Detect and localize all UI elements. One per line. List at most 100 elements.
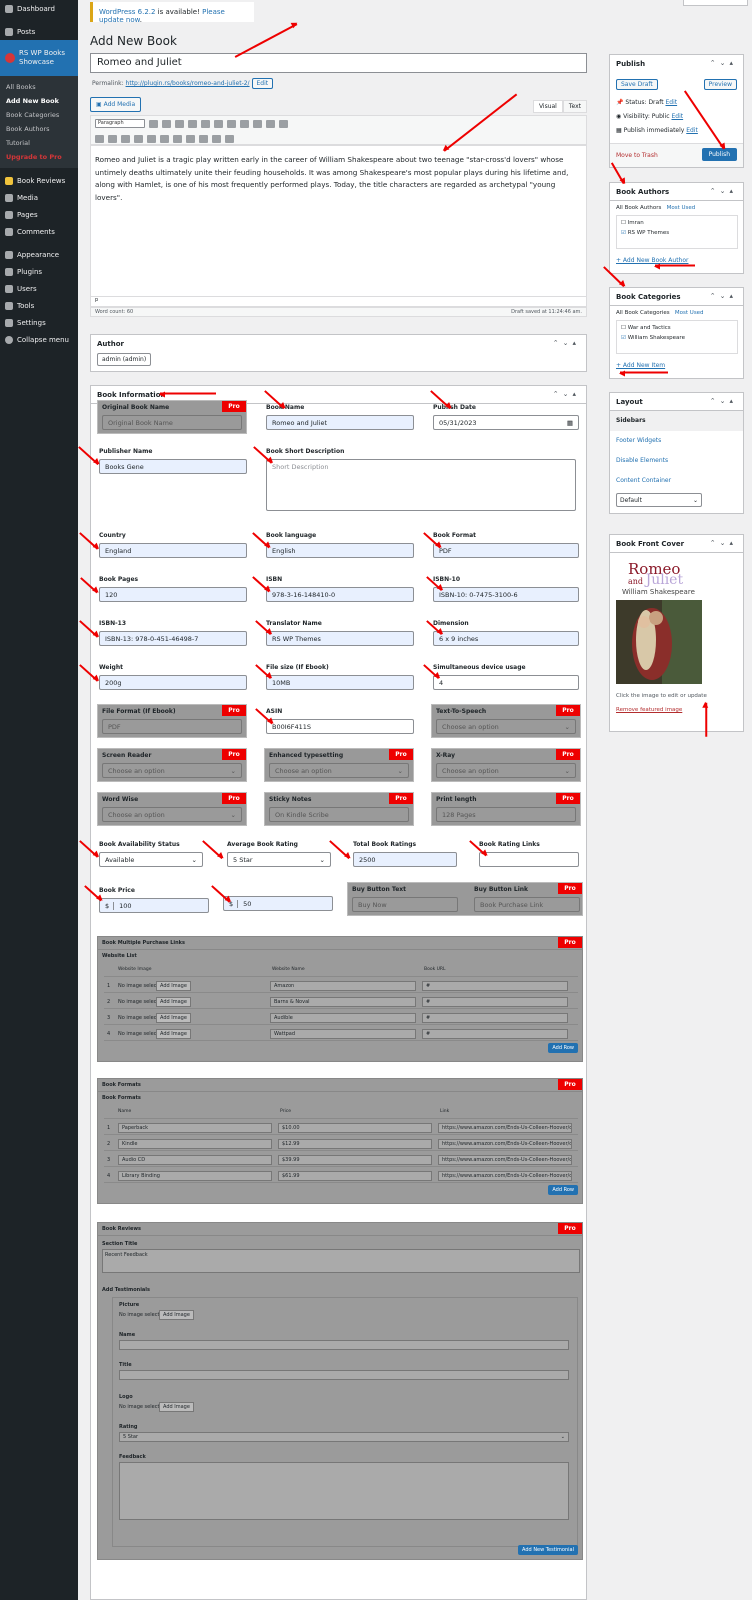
format-link-input[interactable]: https://www.amazon.com/Ends-Us-Colleen-H… <box>438 1155 572 1165</box>
align-left-icon[interactable] <box>214 119 223 128</box>
sidebar-item-settings[interactable]: Settings <box>0 314 78 331</box>
special-char-icon[interactable] <box>160 134 169 143</box>
book-categories-header[interactable]: Book Categories ⌃⌄▴ <box>610 288 743 306</box>
sidebar-item-plugins[interactable]: Plugins <box>0 263 78 280</box>
checkbox-empty-icon[interactable]: ☐ <box>621 325 628 331</box>
sidebar-item-tools[interactable]: Tools <box>0 297 78 314</box>
box-controls-icon[interactable]: ⌃⌄▴ <box>710 397 737 405</box>
calendar-icon[interactable]: ▦ <box>567 419 573 427</box>
visibility-edit-link[interactable]: Edit <box>671 113 683 120</box>
tab-all-authors[interactable]: All Book Authors <box>616 205 661 211</box>
submenu-all-books[interactable]: All Books <box>0 80 78 94</box>
publisher-input[interactable]: Books Gene <box>99 459 247 474</box>
box-controls-icon[interactable]: ⌃⌄▴ <box>553 390 580 398</box>
add-row-button[interactable]: Add Row <box>548 1043 578 1053</box>
translator-input[interactable]: RS WP Themes <box>266 631 414 646</box>
format-name-input[interactable]: Audio CD <box>118 1155 272 1165</box>
sticky-notes-input[interactable]: On Kindle Scribe <box>269 807 409 822</box>
name-input[interactable] <box>119 1340 569 1350</box>
dimension-input[interactable]: 6 x 9 inches <box>433 631 579 646</box>
author-item[interactable]: ☑ RS WP Themes <box>621 230 733 236</box>
add-image-button[interactable]: Add Image <box>156 997 191 1007</box>
isbn-input[interactable]: 978-3-16-148410-0 <box>266 587 414 602</box>
toolbar-toggle-icon[interactable] <box>279 119 288 128</box>
print-length-input[interactable]: 128 Pages <box>436 807 576 822</box>
italic-icon[interactable] <box>162 119 171 128</box>
paste-text-icon[interactable] <box>134 134 143 143</box>
book-authors-header[interactable]: Book Authors ⌃⌄▴ <box>610 183 743 201</box>
screen-reader-select[interactable]: Choose an option ⌄ <box>102 763 242 778</box>
format-price-input[interactable]: $39.99 <box>278 1155 432 1165</box>
submenu-book-categories[interactable]: Book Categories <box>0 108 78 122</box>
xray-select[interactable]: Choose an option ⌄ <box>436 763 576 778</box>
sidebar-item-pages[interactable]: Pages <box>0 206 78 223</box>
avg-rating-select[interactable]: 5 Star ⌄ <box>227 852 331 867</box>
buy-link-input[interactable]: Book Purchase Link <box>474 897 580 912</box>
undo-icon[interactable] <box>199 134 208 143</box>
book-url-input[interactable]: # <box>422 1013 568 1023</box>
checkbox-checked-icon[interactable]: ☑ <box>621 230 628 236</box>
short-desc-textarea[interactable]: Short Description <box>266 459 576 511</box>
move-to-trash-link[interactable]: Move to Trash <box>616 152 658 159</box>
publish-header[interactable]: Publish ⌃⌄▴ <box>610 55 743 73</box>
box-controls-icon[interactable]: ⌃⌄▴ <box>710 292 737 300</box>
format-name-input[interactable]: Kindle <box>118 1139 272 1149</box>
filesize-input[interactable]: 10MB <box>266 675 414 690</box>
preview-button[interactable]: Preview <box>703 79 737 90</box>
format-price-input[interactable]: $12.99 <box>278 1139 432 1149</box>
author-select[interactable]: admin (admin) <box>97 353 152 366</box>
book-url-input[interactable]: # <box>422 997 568 1007</box>
submenu-tutorial[interactable]: Tutorial <box>0 136 78 150</box>
tts-select[interactable]: Choose an option ⌄ <box>436 719 576 734</box>
horizontal-line-icon[interactable] <box>108 134 117 143</box>
website-name-input[interactable]: Audible <box>270 1013 416 1023</box>
checkbox-checked-icon[interactable]: ☑ <box>621 335 628 341</box>
permalink-edit-button[interactable]: Edit <box>251 78 274 89</box>
save-draft-button[interactable]: Save Draft <box>616 79 658 90</box>
help-icon[interactable] <box>225 134 234 143</box>
typesetting-select[interactable]: Choose an option ⌄ <box>269 763 409 778</box>
add-new-category-link[interactable]: + Add New Item <box>616 362 665 369</box>
format-select[interactable]: Paragraph <box>95 119 145 128</box>
tab-text[interactable]: Text <box>562 100 587 113</box>
book-name-input[interactable]: Romeo and Juliet <box>266 415 414 430</box>
isbn10-input[interactable]: ISBN-10: 0-7475-3100-6 <box>433 587 579 602</box>
tab-all-categories[interactable]: All Book Categories <box>616 310 670 316</box>
feedback-textarea[interactable] <box>119 1462 569 1520</box>
checkbox-empty-icon[interactable]: ☐ <box>621 220 628 226</box>
sale-price-input[interactable]: $50 <box>223 896 333 911</box>
sidebar-item-book-reviews[interactable]: Book Reviews <box>0 172 78 189</box>
sidebar-item-media[interactable]: Media <box>0 189 78 206</box>
sidebar-item-dashboard[interactable]: Dashboard <box>0 0 78 17</box>
link-icon[interactable] <box>253 119 262 128</box>
remove-featured-image-link[interactable]: Remove featured image <box>616 707 682 713</box>
pages-input[interactable]: 120 <box>99 587 247 602</box>
country-input[interactable]: England <box>99 543 247 558</box>
author-item[interactable]: ☐ Imran <box>621 220 733 226</box>
layout-select[interactable]: Default ⌄ <box>616 493 702 507</box>
total-ratings-input[interactable]: 2500 <box>353 852 457 867</box>
website-name-input[interactable]: Barns & Noval <box>270 997 416 1007</box>
sidebar-item-appearance[interactable]: Appearance <box>0 246 78 263</box>
layout-tab-sidebars[interactable]: Sidebars <box>610 411 743 431</box>
outdent-icon[interactable] <box>173 134 182 143</box>
box-controls-icon[interactable]: ⌃⌄▴ <box>553 339 580 347</box>
indent-icon[interactable] <box>186 134 195 143</box>
box-controls-icon[interactable]: ⌃⌄▴ <box>710 539 737 547</box>
word-wise-select[interactable]: Choose an option ⌄ <box>102 807 242 822</box>
isbn13-input[interactable]: ISBN-13: 978-0-451-46498-7 <box>99 631 247 646</box>
rating-links-input[interactable] <box>479 852 579 867</box>
publish-date-input[interactable]: 05/31/2023 ▦ <box>433 415 579 430</box>
bold-icon[interactable] <box>149 119 158 128</box>
format-link-input[interactable]: https://www.amazon.com/Ends-Us-Colleen-H… <box>438 1171 572 1181</box>
submenu-book-authors[interactable]: Book Authors <box>0 122 78 136</box>
screen-options-tab[interactable] <box>683 0 748 6</box>
logo-add-image-button[interactable]: Add Image <box>159 1402 194 1412</box>
add-new-author-link[interactable]: + Add New Book Author <box>616 257 689 264</box>
format-name-input[interactable]: Paperback <box>118 1123 272 1133</box>
add-image-button[interactable]: Add Image <box>156 1013 191 1023</box>
permalink-url[interactable]: http://plugin.rs/books/romeo-and-juliet-… <box>126 80 250 87</box>
redo-icon[interactable] <box>212 134 221 143</box>
clear-format-icon[interactable] <box>147 134 156 143</box>
status-edit-link[interactable]: Edit <box>665 99 677 106</box>
